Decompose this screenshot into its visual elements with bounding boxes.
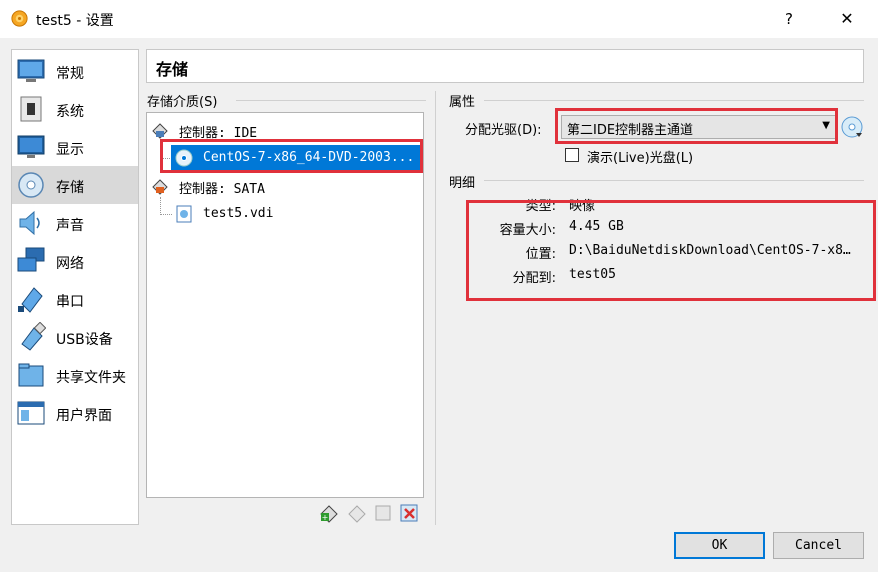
sidebar-item-label: 用户界面 [56,408,112,424]
sidebar-item-label: 串口 [56,294,84,310]
storage-icon [18,172,44,198]
tree-item-ide-controller[interactable]: 控制器: IDE [147,117,423,143]
detail-attached-key: 分配到: [512,271,556,286]
sidebar-item-shared-folders[interactable]: 共享文件夹 [12,356,138,394]
tree-item-hard-disk[interactable]: test5.vdi [147,201,423,227]
page-header: 存储 [146,49,864,83]
sata-controller-icon [152,179,168,195]
svg-text:+: + [322,513,329,522]
panel-divider[interactable] [435,91,436,525]
help-button[interactable]: ? [766,4,812,34]
live-cd-checkbox[interactable] [565,148,579,162]
sidebar-item-general[interactable]: 常规 [12,52,138,90]
detail-type-key: 类型: [525,199,556,214]
choose-disk-icon[interactable] [840,115,864,139]
detail-location-key: 位置: [525,247,556,262]
close-button[interactable]: ✕ [824,4,870,34]
remove-controller-icon[interactable] [346,502,368,524]
tree-item-sata-controller[interactable]: 控制器: SATA [147,173,423,199]
sidebar-item-label: 网络 [56,256,84,272]
serial-port-icon [18,287,43,313]
sidebar-item-display[interactable]: 显示 [12,128,138,166]
user-interface-icon [17,401,45,425]
detail-type-value: 映像 [569,199,596,214]
optical-drive-label: 分配光驱(D): [465,123,542,138]
sidebar-item-storage[interactable]: 存储 [12,166,138,204]
sidebar-item-audio[interactable]: 声音 [12,204,138,242]
hard-disk-icon [176,205,192,223]
audio-icon [19,210,40,236]
sidebar-item-system[interactable]: 系统 [12,90,138,128]
detail-location-value: D:\BaiduNetdiskDownload\CentOS-7-x8… [569,243,851,258]
usb-icon [21,322,46,351]
sidebar-item-usb[interactable]: USB设备 [12,318,138,356]
detail-size-key: 容量大小: [499,223,556,238]
details-label: 明细 [449,176,476,191]
properties-label: 属性 [449,95,476,110]
settings-sidebar: 常规 系统 显示 存储 声音 网络 串口 USB设备 共享文件夹 用户界面 [11,49,139,525]
sidebar-item-network[interactable]: 网络 [12,242,138,280]
ide-controller-icon [152,123,168,139]
tree-item-label: test5.vdi [203,206,274,221]
optical-disc-icon [175,149,193,167]
tree-item-label: 控制器: IDE [179,126,258,141]
group-separator [236,100,426,101]
sidebar-item-label: 存储 [56,180,84,196]
ok-button[interactable]: OK [674,532,765,559]
sidebar-item-label: 系统 [56,104,84,120]
sidebar-item-label: USB设备 [56,332,113,348]
detail-size-value: 4.45 GB [569,219,624,234]
sidebar-item-serial-port[interactable]: 串口 [12,280,138,318]
storage-tree[interactable]: 控制器: IDE CentOS-7-x86_64-DVD-2003... 控制器… [146,112,424,498]
tree-item-label: CentOS-7-x86_64-DVD-2003... [203,150,415,165]
title-bar: test5 - 设置 ? ✕ [0,0,878,38]
system-icon [20,96,42,122]
sidebar-item-label: 声音 [56,218,84,234]
cancel-button[interactable]: Cancel [773,532,864,559]
display-icon [17,135,45,158]
optical-drive-select[interactable]: 第二IDE控制器主通道 ▼ [561,115,837,139]
window-title: test5 - 设置 [36,13,114,29]
sidebar-item-user-interface[interactable]: 用户界面 [12,394,138,432]
general-icon [17,59,45,82]
network-icon [17,247,45,272]
detail-attached-value: test05 [569,267,616,282]
live-cd-label: 演示(Live)光盘(L) [587,151,694,166]
tree-item-label: 控制器: SATA [179,182,265,197]
storage-devices-label: 存储介质(S) [147,95,218,110]
virtualbox-app-icon [11,10,28,27]
optical-drive-value: 第二IDE控制器主通道 [567,123,694,138]
add-attachment-icon[interactable] [372,502,394,524]
chevron-down-icon: ▼ [822,120,830,131]
add-controller-icon[interactable]: + [318,502,340,524]
shared-folder-icon [18,363,44,387]
sidebar-item-label: 共享文件夹 [56,370,126,386]
remove-attachment-icon[interactable] [398,502,420,524]
sidebar-item-label: 显示 [56,142,84,158]
tree-item-optical-disc[interactable]: CentOS-7-x86_64-DVD-2003... [147,145,423,171]
group-separator [484,180,864,181]
sidebar-item-label: 常规 [56,66,84,82]
group-separator [484,100,864,101]
page-title: 存储 [156,60,189,79]
